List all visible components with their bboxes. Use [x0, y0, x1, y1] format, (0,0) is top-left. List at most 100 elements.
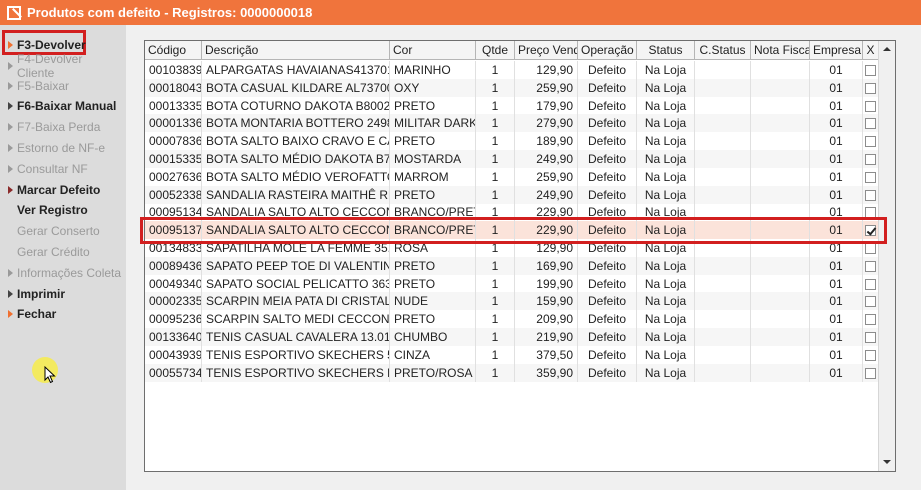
menu-gerar-conserto[interactable]: Gerar Conserto	[4, 221, 122, 241]
cell-descricao: TENIS ESPORTIVO SKECHERS R-1218	[202, 363, 390, 382]
menu-item-label: Fechar	[17, 307, 57, 321]
cell-nota-fiscal	[751, 345, 810, 364]
menu-consultar-nf[interactable]: Consultar NF	[4, 159, 122, 179]
cell-cor: MARINHO	[390, 61, 476, 79]
menu-informacoes-coleta[interactable]: Informações Coleta	[4, 263, 122, 283]
cell-operacao: Defeito	[578, 185, 637, 204]
menu-marcar-defeito[interactable]: Marcar Defeito	[4, 180, 122, 200]
table-row[interactable]: 00027636BOTA SALTO MÉDIO VEROFATTO 60MAR…	[145, 167, 879, 186]
cell-operacao: Defeito	[578, 96, 637, 115]
cell-status: Na Loja	[637, 61, 695, 79]
scroll-up-icon[interactable]	[879, 41, 895, 58]
table-row[interactable]: 00015335BOTA SALTO MÉDIO DAKOTA B7851MOS…	[145, 150, 879, 168]
cell-empresa: 01	[810, 150, 863, 168]
cell-descricao: TENIS CASUAL CAVALERA 13.01.2370	[202, 328, 390, 346]
cell-nota-fiscal	[751, 274, 810, 293]
cell-descricao: BOTA SALTO MÉDIO DAKOTA B7851	[202, 150, 390, 168]
menu-estorno-nfe[interactable]: Estorno de NF-e	[4, 138, 122, 158]
row-checkbox[interactable]	[865, 136, 876, 148]
table-row[interactable]: 00002335SCARPIN MEIA PATA DI CRISTALLI 9…	[145, 292, 879, 311]
cell-preco-venda: 159,90	[515, 292, 578, 311]
col-empresa-header[interactable]: Empresa	[810, 41, 863, 60]
col-nota-fiscal-header[interactable]: Nota Fiscal	[751, 41, 810, 60]
menu-ver-registro[interactable]: Ver Registro	[4, 200, 122, 220]
table-row[interactable]: 00052338SANDALIA RASTEIRA MAITHÊ RRC.2PR…	[145, 185, 879, 204]
cell-descricao: BOTA MONTARIA BOTTERO 249806	[202, 114, 390, 133]
table-row[interactable]: 00001336 BOTA MONTARIA BOTTERO 249806 MILI…	[145, 114, 879, 133]
menu-imprimir[interactable]: Imprimir	[4, 284, 122, 304]
scroll-down-icon[interactable]	[879, 454, 895, 471]
col-qtde-header[interactable]: Qtde	[476, 41, 515, 60]
row-checkbox[interactable]	[865, 260, 876, 272]
menu-item-label: Imprimir	[17, 287, 66, 301]
products-grid[interactable]: CódigoDescriçãoCorQtdePreço VendaOperaçã…	[144, 40, 896, 472]
col-c-status-header[interactable]: C.Status	[695, 41, 751, 60]
col-operacao-header[interactable]: Operação	[578, 41, 637, 60]
row-checkbox[interactable]	[865, 243, 876, 254]
col-x-header[interactable]: X	[863, 41, 879, 60]
menu-item-label: F7-Baixa Perda	[17, 120, 101, 134]
cell-codigo: 00015335	[145, 150, 202, 168]
cell-status: Na Loja	[637, 185, 695, 204]
menu-f7-baixa-perda[interactable]: F7-Baixa Perda	[4, 117, 122, 137]
menu-item-label: Ver Registro	[17, 203, 88, 217]
menu-f5-baixar[interactable]: F5-Baixar	[4, 76, 122, 96]
row-checkbox[interactable]	[865, 100, 876, 112]
row-checkbox[interactable]	[865, 154, 876, 165]
col-cor-header[interactable]: Cor	[390, 41, 476, 60]
table-row[interactable]: 00133640TENIS CASUAL CAVALERA 13.01.2370…	[145, 328, 879, 346]
cell-status: Na Loja	[637, 328, 695, 346]
cell-cor: PRETO	[390, 185, 476, 204]
cell-codigo: 00133640	[145, 328, 202, 346]
cell-preco-venda: 209,90	[515, 310, 578, 329]
table-row[interactable]: 00018043 BOTA CASUAL KILDARE AL73700 OXY 1 2…	[145, 78, 879, 97]
row-checkbox[interactable]	[865, 82, 876, 94]
col-codigo-header[interactable]: Código	[145, 41, 202, 60]
cell-operacao: Defeito	[578, 328, 637, 346]
cell-descricao: BOTA COTURNO DAKOTA B8002	[202, 96, 390, 115]
cell-cor: CINZA	[390, 345, 476, 364]
cell-descricao: TENIS ESPORTIVO SKECHERS 53981	[202, 345, 390, 364]
menu-f4-devolver-cliente[interactable]: F4-Devolver Cliente	[4, 52, 122, 80]
vertical-scrollbar[interactable]	[878, 41, 895, 471]
col-status-header[interactable]: Status	[637, 41, 695, 60]
cell-nota-fiscal	[751, 167, 810, 186]
table-row[interactable]: 00095236SCARPIN SALTO MEDI CECCONELLOPRE…	[145, 310, 879, 329]
menu-f6-baixar-manual[interactable]: F6-Baixar Manual	[4, 96, 122, 116]
col-descricao-header[interactable]: Descrição	[202, 41, 390, 60]
row-checkbox[interactable]	[865, 189, 876, 201]
cell-codigo: 00001336	[145, 114, 202, 133]
cell-qtde: 1	[476, 363, 515, 382]
table-row[interactable]: 00043939TENIS ESPORTIVO SKECHERS 53981CI…	[145, 345, 879, 364]
col-preco-venda-header[interactable]: Preço Venda	[515, 41, 578, 60]
cell-cor: MARROM	[390, 167, 476, 186]
row-checkbox[interactable]	[865, 65, 876, 76]
cell-operacao: Defeito	[578, 78, 637, 97]
row-checkbox[interactable]	[865, 314, 876, 326]
row-checkbox[interactable]	[865, 367, 876, 379]
cell-preco-venda: 249,90	[515, 185, 578, 204]
table-row[interactable]: 00013335 BOTA COTURNO DAKOTA B8002 PRETO 1 1…	[145, 96, 879, 115]
menu-gerar-credito[interactable]: Gerar Crédito	[4, 242, 122, 262]
row-checkbox[interactable]	[865, 296, 876, 308]
row-checkbox[interactable]	[865, 118, 876, 130]
table-row[interactable]: 00007836BOTA SALTO BAIXO CRAVO E CANELPR…	[145, 132, 879, 151]
row-checkbox[interactable]	[865, 349, 876, 361]
menu-arrow-icon	[8, 165, 13, 173]
table-row[interactable]: 00089436SAPATO PEEP TOE DI VALENTINI 403…	[145, 256, 879, 275]
cell-qtde: 1	[476, 96, 515, 115]
cell-descricao: BOTA SALTO BAIXO CRAVO E CANEL	[202, 132, 390, 151]
cell-operacao: Defeito	[578, 114, 637, 133]
row-checkbox[interactable]	[865, 332, 876, 343]
table-row[interactable]: 00103839ALPARGATAS HAVAIANAS413701455MAR…	[145, 61, 879, 79]
menu-fechar[interactable]: Fechar	[4, 304, 122, 324]
cell-qtde: 1	[476, 167, 515, 186]
table-row[interactable]: 00049340 SAPATO SOCIAL PELICATTO 36372 PRE…	[145, 274, 879, 293]
menu-item-label: Consultar NF	[17, 162, 88, 176]
cell-c-status	[695, 363, 751, 382]
table-row[interactable]: 00055734TENIS ESPORTIVO SKECHERS R-1218P…	[145, 363, 879, 382]
row-checkbox[interactable]	[865, 278, 876, 290]
row-checkbox[interactable]	[865, 171, 876, 183]
cell-c-status	[695, 61, 751, 79]
cell-empresa: 01	[810, 132, 863, 151]
